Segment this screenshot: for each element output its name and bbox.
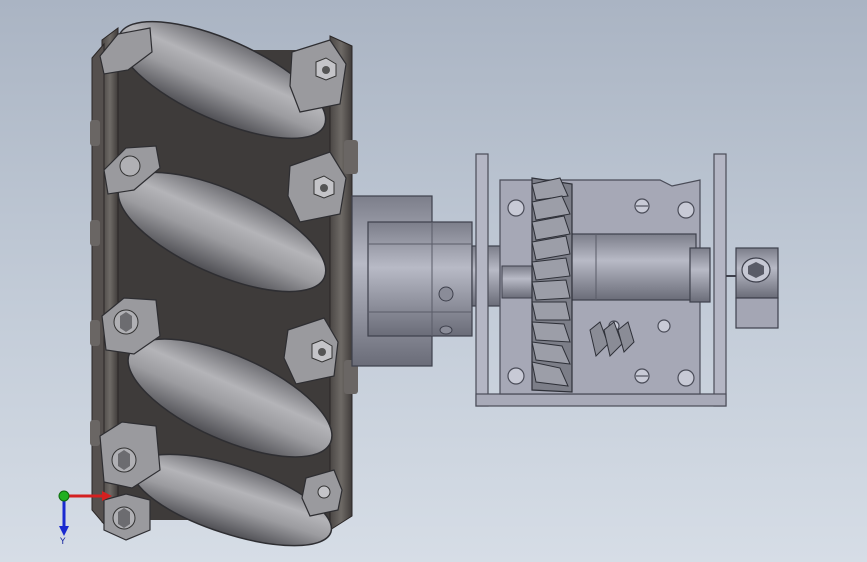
hub-collar bbox=[367, 221, 473, 337]
roller-bracket-bottom-right bbox=[301, 469, 343, 517]
y-arrowhead-icon bbox=[59, 526, 69, 536]
frame-base bbox=[475, 393, 727, 407]
y-axis-label: Y bbox=[59, 537, 66, 547]
set-screw bbox=[438, 286, 454, 302]
frame-left-wall bbox=[475, 153, 489, 407]
origin-dot bbox=[58, 490, 70, 502]
gearbox-frame[interactable] bbox=[475, 153, 779, 407]
frame-right-wall bbox=[713, 153, 727, 407]
output-coupler bbox=[726, 247, 779, 329]
cad-viewport[interactable]: Y bbox=[0, 0, 867, 562]
roller-bracket-top-right bbox=[289, 39, 347, 113]
assembly-scene: Y bbox=[58, 0, 779, 562]
mecanum-wheel[interactable] bbox=[90, 0, 358, 562]
pinion-housing bbox=[559, 233, 697, 301]
